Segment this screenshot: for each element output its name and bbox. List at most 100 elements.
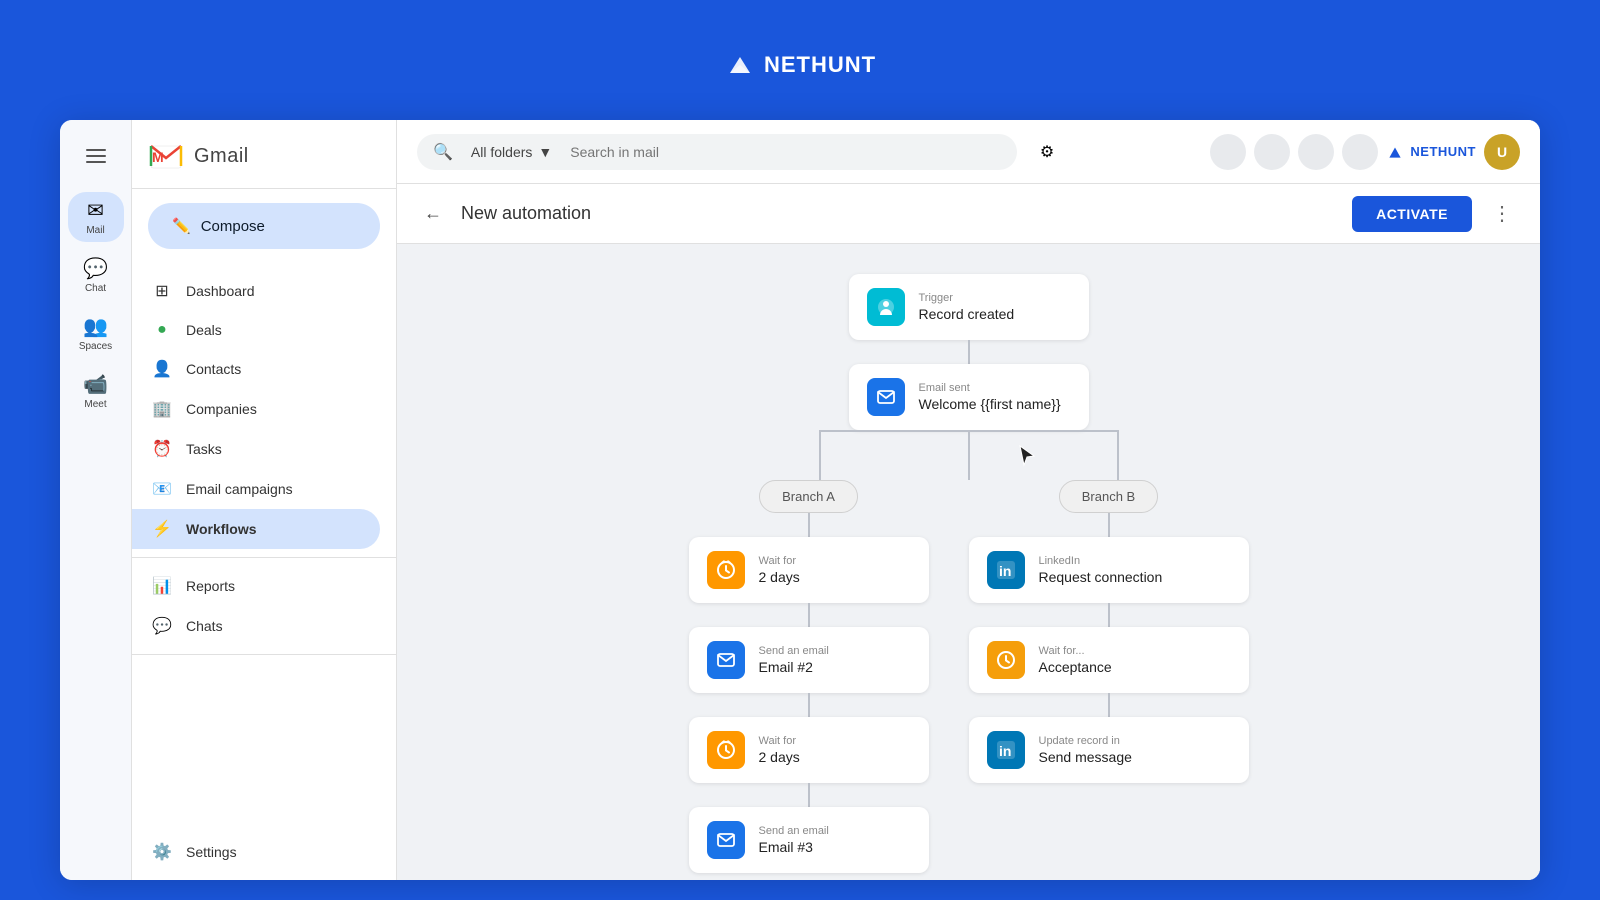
- deals-icon: ●: [152, 321, 172, 339]
- user-avatar[interactable]: U: [1484, 134, 1520, 170]
- svg-text:in: in: [999, 563, 1011, 579]
- canvas: Trigger Record created Email sent: [397, 244, 1540, 880]
- folder-select[interactable]: All folders ▼: [463, 144, 560, 160]
- sidebar-item-chat[interactable]: 💬 Chat: [68, 250, 124, 300]
- nethunt-brand-icon: [1386, 143, 1404, 161]
- companies-label: Companies: [186, 401, 257, 417]
- gmail-logo: M: [148, 138, 184, 174]
- sidebar-item-dashboard[interactable]: ⊞ Dashboard: [132, 271, 380, 311]
- sidebar-item-contacts[interactable]: 👤 Contacts: [132, 349, 380, 389]
- svg-text:M: M: [152, 149, 164, 165]
- search-box[interactable]: 🔍 All folders ▼: [417, 134, 1017, 170]
- activate-button[interactable]: ACTIVATE: [1352, 196, 1472, 232]
- trigger-node[interactable]: Trigger Record created: [849, 274, 1089, 340]
- top-right-icons: NETHUNT U: [1210, 134, 1520, 170]
- contacts-label: Contacts: [186, 361, 241, 377]
- branch-center-line: [968, 430, 970, 480]
- nav-items: ⊞ Dashboard ● Deals 👤 Contacts 🏢 Compani…: [132, 263, 396, 880]
- chevron-down-icon: ▼: [538, 144, 552, 160]
- sidebar-item-tasks[interactable]: ⏰ Tasks: [132, 429, 380, 469]
- branch-b-column: Branch B in LinkedIn: [969, 480, 1249, 873]
- linkedin-0-title: Request connection: [1039, 569, 1163, 585]
- mail-icon: ✉: [87, 198, 104, 223]
- wait-1-text: Wait for 2 days: [759, 735, 800, 765]
- branch-b-connector-2: [1108, 693, 1110, 717]
- workflows-label: Workflows: [186, 521, 257, 537]
- update-record-title: Send message: [1039, 749, 1132, 765]
- meet-icon: 📹: [83, 372, 108, 397]
- sidebar-item-meet[interactable]: 📹 Meet: [68, 366, 124, 416]
- update-record-label: Update record in: [1039, 735, 1132, 747]
- search-icon: 🔍: [433, 142, 453, 162]
- filter-icon: ⚙: [1040, 142, 1054, 162]
- email-sent-node[interactable]: Email sent Welcome {{first name}}: [849, 364, 1089, 430]
- connector-1: [968, 340, 970, 364]
- gmail-header: M Gmail: [132, 120, 396, 189]
- icon-circle-3[interactable]: [1298, 134, 1334, 170]
- search-input[interactable]: [570, 144, 1001, 160]
- branch-b-node-2[interactable]: in Update record in Send message: [969, 717, 1249, 783]
- branch-split-connector: [669, 430, 1269, 480]
- branch-b-node-1[interactable]: Wait for... Acceptance: [969, 627, 1249, 693]
- nethunt-logo-text: NETHUNT: [764, 52, 876, 78]
- wait-icon-1: [707, 731, 745, 769]
- branch-a-connector-3: [808, 783, 810, 807]
- icon-circle-4[interactable]: [1342, 134, 1378, 170]
- back-button[interactable]: ←: [417, 198, 449, 230]
- sidebar-item-mail[interactable]: ✉ Mail: [68, 192, 124, 242]
- send-email-2-icon: [707, 641, 745, 679]
- sidebar-item-settings[interactable]: ⚙️ Settings: [132, 832, 380, 872]
- reports-icon: 📊: [152, 576, 172, 596]
- branch-a-node-2[interactable]: Wait for 2 days: [689, 717, 929, 783]
- compose-button[interactable]: ✏️ Compose: [148, 203, 380, 249]
- linkedin-icon-1: in: [987, 731, 1025, 769]
- branch-a-node-0[interactable]: Wait for 2 days: [689, 537, 929, 603]
- wait-acceptance-text: Wait for... Acceptance: [1039, 645, 1112, 675]
- chat-icon: 💬: [83, 256, 108, 281]
- dashboard-label: Dashboard: [186, 283, 255, 299]
- branch-left-line: [819, 430, 821, 480]
- filter-button[interactable]: ⚙: [1029, 134, 1065, 170]
- nethunt-header-logo: NETHUNT: [724, 49, 876, 81]
- branch-b-node-0[interactable]: in LinkedIn Request connection: [969, 537, 1249, 603]
- spaces-label: Spaces: [79, 341, 112, 352]
- sidebar-item-email-campaigns[interactable]: 📧 Email campaigns: [132, 469, 380, 509]
- hamburger-button[interactable]: [76, 136, 116, 176]
- icon-circle-1[interactable]: [1210, 134, 1246, 170]
- sidebar-item-workflows[interactable]: ⚡ Workflows: [132, 509, 380, 549]
- send-email-2-text: Send an email Email #2: [759, 645, 829, 675]
- gmail-sidebar: ✉ Mail 💬 Chat 👥 Spaces 📹 Meet: [60, 120, 132, 880]
- wait-0-label: Wait for: [759, 555, 800, 567]
- chat-label: Chat: [85, 283, 106, 294]
- trigger-text: Trigger Record created: [919, 292, 1015, 322]
- email-sent-label: Email sent: [919, 382, 1061, 394]
- sidebar-item-spaces[interactable]: 👥 Spaces: [68, 308, 124, 358]
- email-sent-title: Welcome {{first name}}: [919, 396, 1061, 412]
- send-email-3-icon: [707, 821, 745, 859]
- branch-b-label: Branch B: [1059, 480, 1158, 513]
- sidebar-item-reports[interactable]: 📊 Reports: [132, 566, 380, 606]
- sidebar-item-companies[interactable]: 🏢 Companies: [132, 389, 380, 429]
- email-sent-text: Email sent Welcome {{first name}}: [919, 382, 1061, 412]
- more-options-button[interactable]: ⋮: [1484, 196, 1520, 232]
- automation-header: ← New automation ACTIVATE ⋮: [397, 184, 1540, 244]
- sidebar-item-chats[interactable]: 💬 Chats: [132, 606, 380, 646]
- branch-a-node-1[interactable]: Send an email Email #2: [689, 627, 929, 693]
- branch-a-node-3[interactable]: Send an email Email #3: [689, 807, 929, 873]
- sidebar-item-deals[interactable]: ● Deals: [132, 311, 380, 349]
- icon-circle-2[interactable]: [1254, 134, 1290, 170]
- trigger-icon: [867, 288, 905, 326]
- automation-title: New automation: [461, 203, 591, 224]
- tasks-label: Tasks: [186, 441, 222, 457]
- linkedin-icon-0: in: [987, 551, 1025, 589]
- wait-0-title: 2 days: [759, 569, 800, 585]
- chats-label: Chats: [186, 618, 223, 634]
- wait-acceptance-label: Wait for...: [1039, 645, 1112, 657]
- branch-h-line: [819, 430, 1119, 432]
- branch-a-connector-1: [808, 603, 810, 627]
- workflows-icon: ⚡: [152, 519, 172, 539]
- svg-text:in: in: [999, 743, 1011, 759]
- wait-icon-0: [707, 551, 745, 589]
- branch-a-column: Branch A: [689, 480, 929, 873]
- contacts-icon: 👤: [152, 359, 172, 379]
